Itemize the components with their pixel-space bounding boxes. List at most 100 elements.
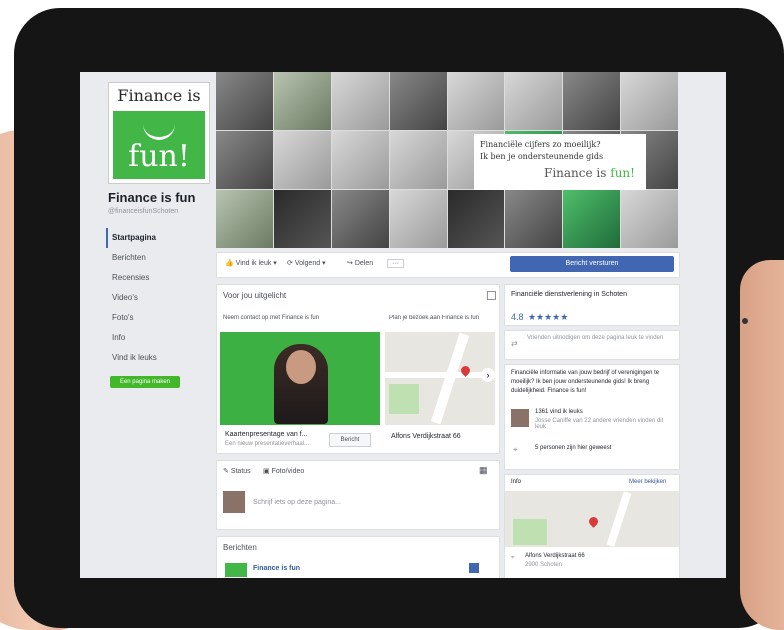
cover-tile	[505, 190, 563, 248]
suggested-title: Voor jou uitgelicht	[223, 291, 287, 300]
logo-green-block: fun!	[113, 111, 205, 179]
composer-input[interactable]: Schrijf iets op deze pagina...	[253, 499, 341, 506]
checkins-text: 5 personen zijn hier geweest	[535, 445, 612, 451]
sidebar-item-startpagina[interactable]: Startpagina	[106, 228, 210, 248]
facebook-page-screen: Finance is fun! Finance is fun @financei…	[80, 72, 726, 578]
close-icon[interactable]	[487, 291, 496, 300]
suggested-tab-contact[interactable]: Neem contact op met Finance is fun	[223, 315, 319, 321]
map-road	[430, 332, 470, 425]
cover-tile	[389, 131, 447, 189]
cover-brand-text: Finance is	[544, 166, 607, 180]
about-card: Financiële informatie van jouw bedrijf o…	[504, 364, 680, 470]
cover-tile	[331, 131, 389, 189]
follow-label: Volgend	[294, 260, 321, 267]
page-category: Financiële dienstverlening in Schoten	[511, 291, 627, 298]
rating-value: 4.8	[511, 312, 524, 322]
friend-avatar	[511, 409, 529, 427]
side-map[interactable]	[505, 491, 679, 547]
cover-photo-collage[interactable]: Financiële cijfers zo moeilijk? Ik ben j…	[216, 72, 678, 248]
profile-logo[interactable]: Finance is fun!	[108, 82, 210, 184]
more-button[interactable]: ···	[387, 259, 404, 268]
page-action-bar: 👍 Vind ik leuk ▾ ⟳ Volgend ▾ ↪ Delen ···…	[216, 252, 680, 278]
cover-quote-card: Financiële cijfers zo moeilijk? Ik ben j…	[474, 134, 646, 190]
suggested-card: Voor jou uitgelicht Neem contact op met …	[216, 284, 500, 454]
cover-tile	[389, 72, 447, 130]
checkin-icon: ⌖	[513, 445, 518, 454]
cover-tile	[621, 72, 678, 130]
cover-tile	[389, 190, 447, 248]
logo-top-text: Finance is	[117, 86, 201, 105]
tablet-camera	[742, 318, 748, 324]
create-page-button[interactable]: Een pagina maken	[110, 376, 180, 388]
person-face	[286, 350, 316, 384]
send-message-button[interactable]: Bericht versturen	[510, 256, 674, 272]
video-thumbnail[interactable]	[220, 332, 380, 425]
chevron-right-icon[interactable]: ›	[481, 368, 495, 382]
edit-icon[interactable]	[469, 563, 479, 573]
address-line: Alfons Verdijkstraat 66	[525, 553, 585, 559]
city-line: 2900 Schoten	[525, 562, 563, 568]
likes-count: 1361 vind ik leuks	[535, 409, 583, 415]
map-park	[389, 384, 419, 414]
logo-bottom-text: fun!	[128, 139, 190, 174]
sidebar-nav: Startpagina Berichten Recensies Video's …	[106, 228, 210, 368]
sidebar-item-recensies[interactable]: Recensies	[106, 268, 210, 288]
sidebar-item-likes[interactable]: Vind ik leuks	[106, 348, 210, 368]
likes-friends[interactable]: Josse Caniffe van 22 andere vrienden vin…	[535, 418, 673, 430]
map-card: Info Meer bekijken ⌖ Alfons Verdijkstraa…	[504, 474, 680, 578]
smile-icon	[143, 117, 175, 140]
sidebar-item-videos[interactable]: Video's	[106, 288, 210, 308]
about-text: Financiële informatie van jouw bedrijf o…	[511, 370, 660, 394]
video-subcaption: Een nieuw presentatieverhaal...	[225, 441, 310, 447]
invite-text[interactable]: Vrienden uitnodigen om deze pagina leuk …	[527, 335, 675, 341]
posts-section: Berichten Finance is fun	[216, 536, 500, 578]
sidebar-item-berichten[interactable]: Berichten	[106, 248, 210, 268]
cover-tile	[505, 72, 563, 130]
share-label: Delen	[354, 260, 374, 267]
map-card-label: Info	[511, 479, 522, 485]
post-composer: ✎ Status ▣ Foto/video ▦ Schrijf iets op …	[216, 460, 500, 530]
cover-tile	[216, 190, 273, 248]
map-road	[385, 372, 495, 378]
cover-quote-line1: Financiële cijfers zo moeilijk?	[480, 140, 601, 149]
status-tab[interactable]: ✎ Status	[223, 467, 251, 475]
sidebar-item-info[interactable]: Info	[106, 328, 210, 348]
map-park	[513, 519, 547, 545]
cover-tile	[621, 190, 678, 248]
cover-tile	[563, 190, 621, 248]
cover-tile	[216, 72, 273, 130]
map-thumbnail[interactable]: ›	[385, 332, 495, 425]
rating-row[interactable]: 4.8 ★★★★★	[511, 307, 568, 325]
suggested-tab-visit[interactable]: Plan je bezoek aan Finance is fun	[389, 315, 497, 321]
cover-tile	[563, 72, 621, 130]
post-author[interactable]: Finance is fun	[253, 565, 300, 572]
share-button[interactable]: ↪ Delen	[347, 259, 373, 267]
follow-button[interactable]: ⟳ Volgend ▾	[287, 259, 326, 267]
page-name[interactable]: Finance is fun	[108, 190, 195, 205]
page-handle: @financeisfunSchoten	[108, 208, 179, 215]
cover-brand-accent: fun!	[610, 166, 635, 180]
like-label: Vind ik leuk	[235, 260, 272, 267]
avatar	[223, 491, 245, 513]
posts-title: Berichten	[223, 543, 257, 552]
location-icon: ⌖	[511, 555, 515, 561]
cover-tile	[273, 190, 331, 248]
cover-tile	[273, 131, 331, 189]
cover-quote-line2: Ik ben je ondersteunende gids	[480, 152, 604, 161]
grid-icon[interactable]: ▦	[479, 465, 488, 476]
like-button[interactable]: 👍 Vind ik leuk ▾	[225, 259, 277, 267]
cover-brand: Finance is fun!	[544, 166, 635, 180]
left-sidebar: Finance is fun! Finance is fun @financei…	[106, 80, 210, 400]
message-button[interactable]: Bericht	[329, 433, 371, 447]
photo-video-label: Foto/video	[271, 468, 305, 475]
map-caption: Alfons Verdijkstraat 66	[391, 433, 461, 440]
see-more-link[interactable]: Meer bekijken	[629, 479, 666, 485]
sidebar-item-fotos[interactable]: Foto's	[106, 308, 210, 328]
cover-tile	[447, 190, 505, 248]
photo-video-tab[interactable]: ▣ Foto/video	[263, 467, 304, 475]
cover-tile	[331, 72, 389, 130]
map-pin-icon	[587, 515, 600, 528]
video-caption: Kaartenpresentage van f...	[225, 431, 308, 438]
cover-tile	[331, 190, 389, 248]
invite-card: ⇄ Vrienden uitnodigen om deze pagina leu…	[504, 330, 680, 360]
